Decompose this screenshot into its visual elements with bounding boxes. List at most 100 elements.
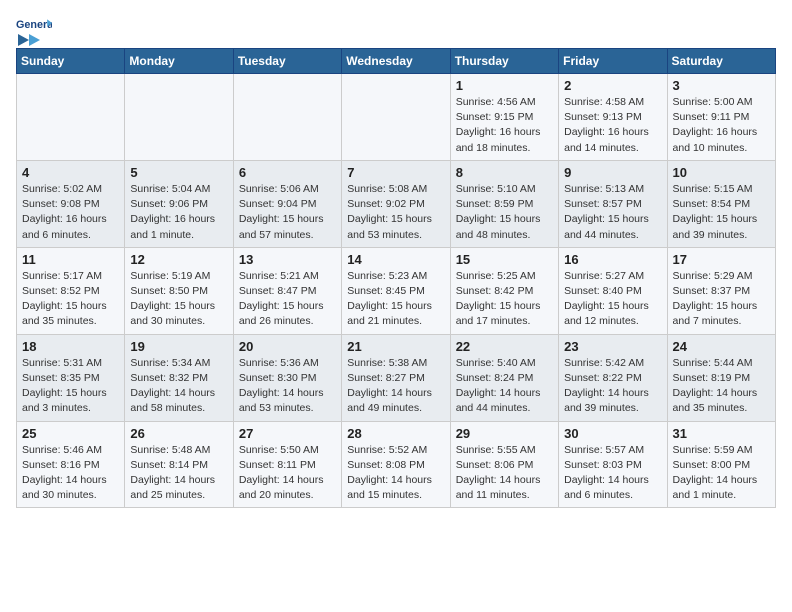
day-number: 10	[673, 165, 770, 180]
calendar-cell: 25Sunrise: 5:46 AM Sunset: 8:16 PM Dayli…	[17, 421, 125, 508]
calendar-cell	[342, 74, 450, 161]
calendar-cell	[17, 74, 125, 161]
day-info: Sunrise: 5:44 AM Sunset: 8:19 PM Dayligh…	[673, 356, 770, 417]
day-info: Sunrise: 5:21 AM Sunset: 8:47 PM Dayligh…	[239, 269, 336, 330]
day-number: 6	[239, 165, 336, 180]
calendar-cell: 13 Sunrise: 5:21 AM Sunset: 8:47 PM Dayli…	[233, 247, 341, 334]
calendar-week-1: 1 Sunrise: 4:56 AM Sunset: 9:15 PM Daylig…	[17, 74, 776, 161]
day-number: 4	[22, 165, 119, 180]
calendar-cell: 7Sunrise: 5:08 AM Sunset: 9:02 PM Daylig…	[342, 160, 450, 247]
calendar-cell: 31 Sunrise: 5:59 AM Sunset: 8:00 PM Dayli…	[667, 421, 775, 508]
day-number: 18	[22, 339, 119, 354]
calendar-cell: 26Sunrise: 5:48 AM Sunset: 8:14 PM Dayli…	[125, 421, 233, 508]
day-number: 16	[564, 252, 661, 267]
weekday-header-sunday: Sunday	[17, 49, 125, 74]
day-number: 8	[456, 165, 553, 180]
day-info: Sunrise: 5:17 AM Sunset: 8:52 PM Dayligh…	[22, 269, 119, 330]
day-info: Sunrise: 5:10 AM Sunset: 8:59 PM Dayligh…	[456, 182, 553, 243]
calendar-table: SundayMondayTuesdayWednesdayThursdayFrid…	[16, 48, 776, 508]
day-info: Sunrise: 5:25 AM Sunset: 8:42 PM Dayligh…	[456, 269, 553, 330]
weekday-header-saturday: Saturday	[667, 49, 775, 74]
calendar-cell: 18Sunrise: 5:31 AM Sunset: 8:35 PM Dayli…	[17, 334, 125, 421]
day-number: 2	[564, 78, 661, 93]
day-info: Sunrise: 5:34 AM Sunset: 8:32 PM Dayligh…	[130, 356, 227, 417]
calendar-cell: 16 Sunrise: 5:27 AM Sunset: 8:40 PM Dayli…	[559, 247, 667, 334]
day-info: Sunrise: 5:29 AM Sunset: 8:37 PM Dayligh…	[673, 269, 770, 330]
calendar-cell: 5 Sunrise: 5:04 AM Sunset: 9:06 PM Daylig…	[125, 160, 233, 247]
day-info: Sunrise: 4:58 AM Sunset: 9:13 PM Dayligh…	[564, 95, 661, 156]
day-info: Sunrise: 5:52 AM Sunset: 8:08 PM Dayligh…	[347, 443, 444, 504]
day-number: 28	[347, 426, 444, 441]
day-number: 13	[239, 252, 336, 267]
calendar-cell: 27Sunrise: 5:50 AM Sunset: 8:11 PM Dayli…	[233, 421, 341, 508]
weekday-header-tuesday: Tuesday	[233, 49, 341, 74]
day-info: Sunrise: 5:15 AM Sunset: 8:54 PM Dayligh…	[673, 182, 770, 243]
day-info: Sunrise: 5:57 AM Sunset: 8:03 PM Dayligh…	[564, 443, 661, 504]
day-number: 1	[456, 78, 553, 93]
calendar-cell: 22Sunrise: 5:40 AM Sunset: 8:24 PM Dayli…	[450, 334, 558, 421]
calendar-cell: 4 Sunrise: 5:02 AM Sunset: 9:08 PM Daylig…	[17, 160, 125, 247]
calendar-week-5: 25Sunrise: 5:46 AM Sunset: 8:16 PM Dayli…	[17, 421, 776, 508]
calendar-cell: 2 Sunrise: 4:58 AM Sunset: 9:13 PM Daylig…	[559, 74, 667, 161]
calendar-cell: 11 Sunrise: 5:17 AM Sunset: 8:52 PM Dayli…	[17, 247, 125, 334]
logo: General	[16, 16, 52, 40]
day-info: Sunrise: 5:36 AM Sunset: 8:30 PM Dayligh…	[239, 356, 336, 417]
weekday-header-monday: Monday	[125, 49, 233, 74]
day-info: Sunrise: 5:48 AM Sunset: 8:14 PM Dayligh…	[130, 443, 227, 504]
day-number: 17	[673, 252, 770, 267]
day-number: 29	[456, 426, 553, 441]
day-number: 3	[673, 78, 770, 93]
calendar-cell: 3Sunrise: 5:00 AM Sunset: 9:11 PM Daylig…	[667, 74, 775, 161]
day-number: 20	[239, 339, 336, 354]
day-number: 24	[673, 339, 770, 354]
day-info: Sunrise: 5:13 AM Sunset: 8:57 PM Dayligh…	[564, 182, 661, 243]
day-number: 12	[130, 252, 227, 267]
day-number: 11	[22, 252, 119, 267]
calendar-cell: 28 Sunrise: 5:52 AM Sunset: 8:08 PM Dayli…	[342, 421, 450, 508]
day-number: 9	[564, 165, 661, 180]
day-info: Sunrise: 5:50 AM Sunset: 8:11 PM Dayligh…	[239, 443, 336, 504]
day-info: Sunrise: 5:27 AM Sunset: 8:40 PM Dayligh…	[564, 269, 661, 330]
calendar-cell: 15 Sunrise: 5:25 AM Sunset: 8:42 PM Dayli…	[450, 247, 558, 334]
calendar-cell: 19 Sunrise: 5:34 AM Sunset: 8:32 PM Dayli…	[125, 334, 233, 421]
day-number: 14	[347, 252, 444, 267]
calendar-cell: 17 Sunrise: 5:29 AM Sunset: 8:37 PM Dayli…	[667, 247, 775, 334]
weekday-header-thursday: Thursday	[450, 49, 558, 74]
day-number: 31	[673, 426, 770, 441]
day-info: Sunrise: 5:42 AM Sunset: 8:22 PM Dayligh…	[564, 356, 661, 417]
calendar-cell: 24 Sunrise: 5:44 AM Sunset: 8:19 PM Dayli…	[667, 334, 775, 421]
calendar-cell: 10 Sunrise: 5:15 AM Sunset: 8:54 PM Dayli…	[667, 160, 775, 247]
calendar-week-4: 18Sunrise: 5:31 AM Sunset: 8:35 PM Dayli…	[17, 334, 776, 421]
calendar-week-3: 11 Sunrise: 5:17 AM Sunset: 8:52 PM Dayli…	[17, 247, 776, 334]
logo-bird-icon	[18, 32, 40, 46]
calendar-cell: 6 Sunrise: 5:06 AM Sunset: 9:04 PM Daylig…	[233, 160, 341, 247]
calendar-cell: 14 Sunrise: 5:23 AM Sunset: 8:45 PM Dayli…	[342, 247, 450, 334]
day-number: 22	[456, 339, 553, 354]
day-number: 30	[564, 426, 661, 441]
calendar-cell: 29 Sunrise: 5:55 AM Sunset: 8:06 PM Dayli…	[450, 421, 558, 508]
calendar-cell: 23 Sunrise: 5:42 AM Sunset: 8:22 PM Dayli…	[559, 334, 667, 421]
day-number: 25	[22, 426, 119, 441]
day-info: Sunrise: 5:19 AM Sunset: 8:50 PM Dayligh…	[130, 269, 227, 330]
calendar-week-2: 4 Sunrise: 5:02 AM Sunset: 9:08 PM Daylig…	[17, 160, 776, 247]
page-header: General	[16, 16, 776, 40]
day-info: Sunrise: 5:06 AM Sunset: 9:04 PM Dayligh…	[239, 182, 336, 243]
day-info: Sunrise: 4:56 AM Sunset: 9:15 PM Dayligh…	[456, 95, 553, 156]
day-info: Sunrise: 5:55 AM Sunset: 8:06 PM Dayligh…	[456, 443, 553, 504]
weekday-header-friday: Friday	[559, 49, 667, 74]
calendar-cell	[125, 74, 233, 161]
weekday-header-row: SundayMondayTuesdayWednesdayThursdayFrid…	[17, 49, 776, 74]
calendar-cell: 9 Sunrise: 5:13 AM Sunset: 8:57 PM Daylig…	[559, 160, 667, 247]
day-number: 5	[130, 165, 227, 180]
day-info: Sunrise: 5:23 AM Sunset: 8:45 PM Dayligh…	[347, 269, 444, 330]
day-info: Sunrise: 5:02 AM Sunset: 9:08 PM Dayligh…	[22, 182, 119, 243]
day-info: Sunrise: 5:08 AM Sunset: 9:02 PM Dayligh…	[347, 182, 444, 243]
day-number: 23	[564, 339, 661, 354]
day-info: Sunrise: 5:04 AM Sunset: 9:06 PM Dayligh…	[130, 182, 227, 243]
calendar-cell: 1 Sunrise: 4:56 AM Sunset: 9:15 PM Daylig…	[450, 74, 558, 161]
day-number: 15	[456, 252, 553, 267]
calendar-cell: 30 Sunrise: 5:57 AM Sunset: 8:03 PM Dayli…	[559, 421, 667, 508]
day-info: Sunrise: 5:59 AM Sunset: 8:00 PM Dayligh…	[673, 443, 770, 504]
calendar-cell: 21Sunrise: 5:38 AM Sunset: 8:27 PM Dayli…	[342, 334, 450, 421]
day-number: 19	[130, 339, 227, 354]
